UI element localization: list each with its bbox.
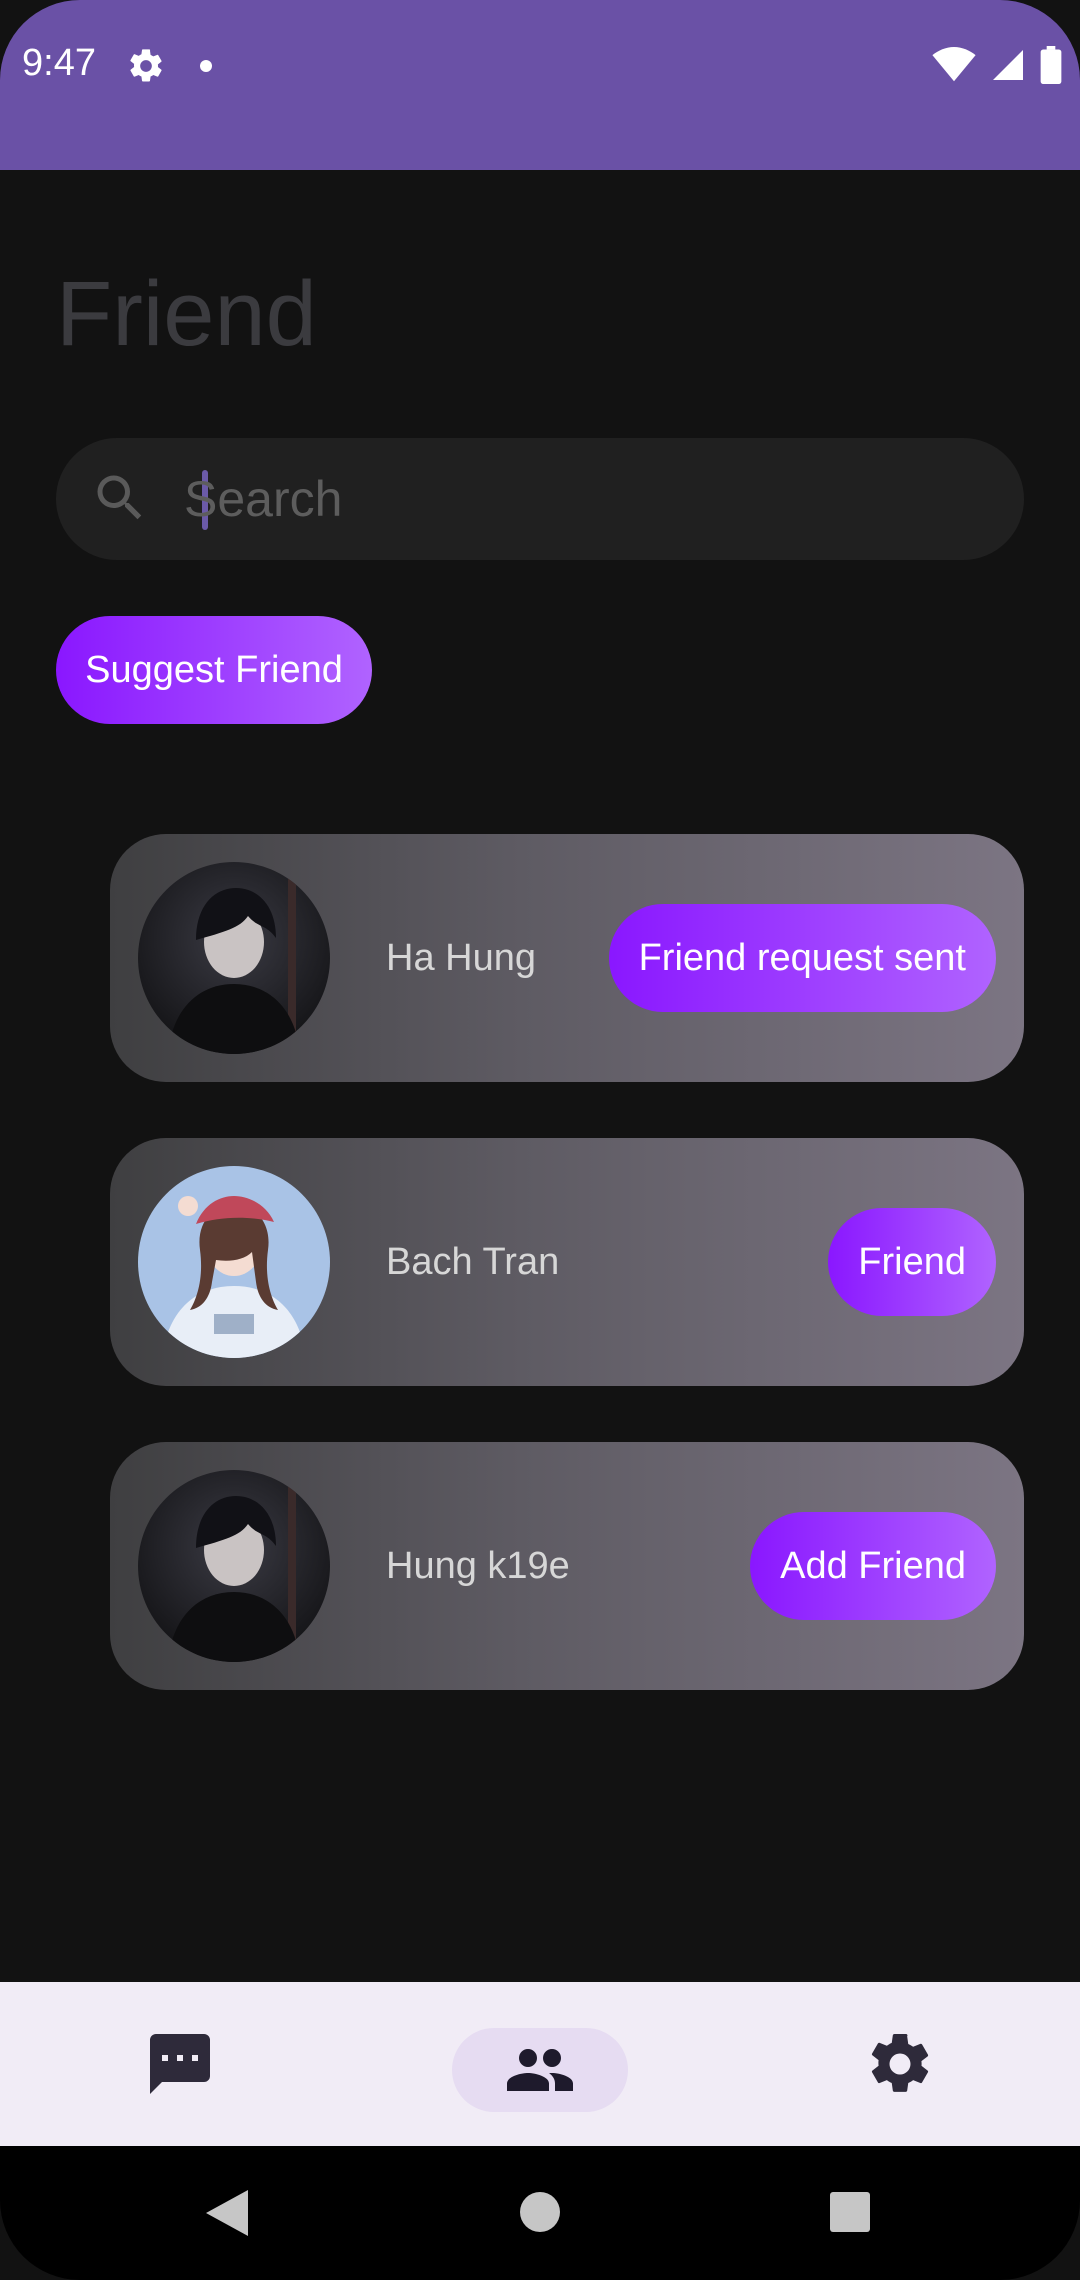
people-icon <box>507 2049 573 2091</box>
avatar <box>138 1470 330 1662</box>
suggest-friend-button[interactable]: Suggest Friend <box>56 616 372 724</box>
status-time: 9:47 <box>22 42 96 84</box>
signal-icon <box>993 50 1023 80</box>
add-friend-button[interactable]: Add Friend <box>750 1512 996 1620</box>
friend-card: Bach Tran Friend <box>110 1138 1024 1386</box>
page-title: Friend <box>56 263 317 365</box>
wifi-icon <box>932 47 976 82</box>
app-screen: 9:47 Friend Suggest Friend <box>0 0 1080 2280</box>
friend-name: Hung k19e <box>386 1545 570 1587</box>
bottom-navigation <box>0 1982 1080 2146</box>
system-navigation-bar <box>0 2146 1080 2280</box>
nav-settings[interactable] <box>864 2028 936 2100</box>
friend-name: Bach Tran <box>386 1241 560 1283</box>
status-bar: 9:47 <box>0 0 1080 170</box>
friend-card: Hung k19e Add Friend <box>110 1442 1024 1690</box>
friend-request-sent-button[interactable]: Friend request sent <box>608 904 996 1012</box>
search-bar[interactable] <box>56 438 1024 560</box>
status-icons <box>932 46 1062 84</box>
avatar <box>138 862 330 1054</box>
nav-friends[interactable] <box>452 2028 628 2112</box>
settings-icon <box>871 2033 929 2092</box>
friend-card: Ha Hung Friend request sent <box>110 834 1024 1082</box>
back-icon[interactable] <box>204 2188 250 2238</box>
search-input[interactable] <box>184 438 984 560</box>
friend-name: Ha Hung <box>386 937 536 979</box>
search-icon <box>97 475 142 520</box>
friend-button[interactable]: Friend <box>828 1208 996 1316</box>
battery-icon <box>1040 46 1062 84</box>
chat-icon <box>150 2034 210 2094</box>
home-icon[interactable] <box>518 2190 562 2234</box>
recents-icon[interactable] <box>828 2190 872 2234</box>
settings-icon <box>130 49 162 82</box>
avatar <box>138 1166 330 1358</box>
notification-dot-icon <box>200 60 212 72</box>
nav-chat[interactable] <box>144 2028 216 2100</box>
